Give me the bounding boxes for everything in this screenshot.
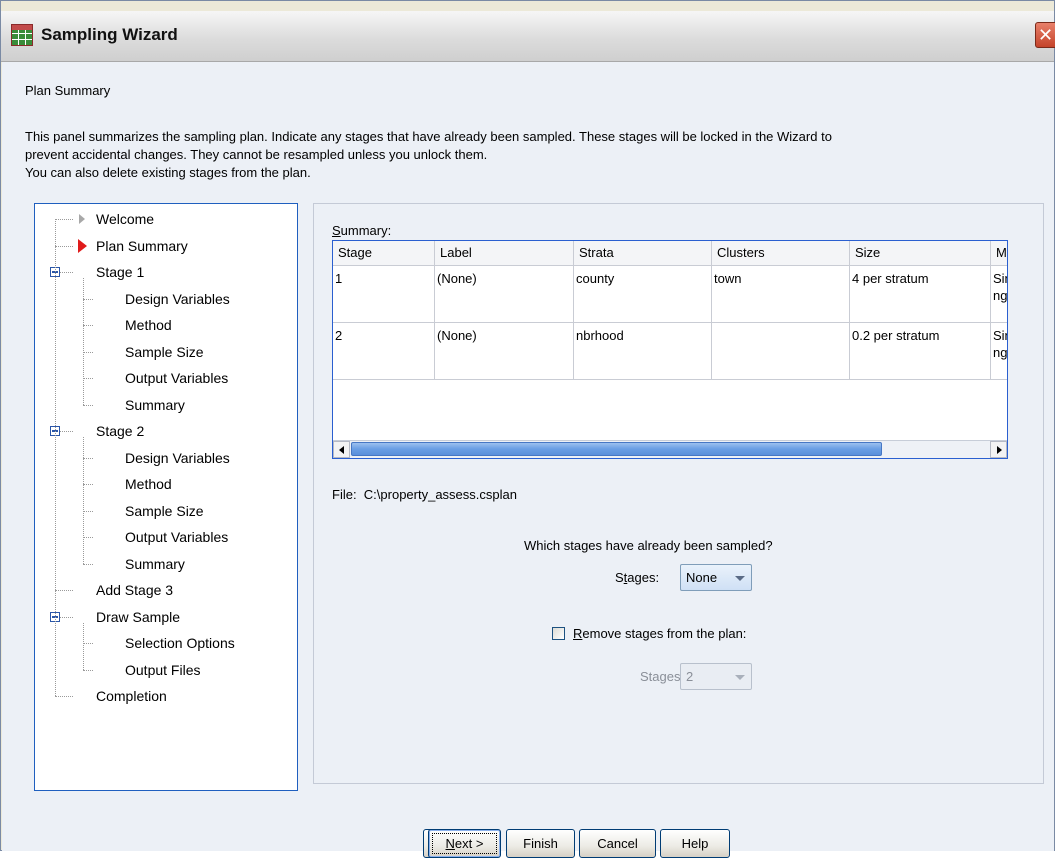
table-cell: (None): [435, 266, 574, 322]
tree-item[interactable]: Add Stage 3: [96, 580, 173, 600]
close-button[interactable]: ✕: [1035, 22, 1055, 48]
tree-connector: [83, 437, 84, 564]
remove-stages-row[interactable]: Remove stages from the plan:: [552, 626, 746, 641]
tree-item[interactable]: Sample Size: [125, 501, 204, 521]
table-row[interactable]: 1 (None) county town 4 per stratum Sim n…: [333, 266, 1007, 323]
summary-label: Summary:: [332, 223, 392, 238]
remove-stages-checkbox[interactable]: [552, 627, 565, 640]
column-header-strata[interactable]: Strata: [574, 241, 712, 265]
tree-item[interactable]: Output Variables: [125, 527, 228, 547]
sampled-question: Which stages have already been sampled?: [524, 538, 773, 553]
window-title: Sampling Wizard: [41, 25, 178, 44]
remove-stages-label: Remove stages from the plan:: [573, 626, 747, 641]
tree-connector: [83, 404, 93, 406]
scroll-right-icon[interactable]: [990, 441, 1007, 458]
tree-connector: [83, 298, 93, 300]
tree-connector: [83, 278, 84, 405]
tree-item[interactable]: Plan Summary: [96, 236, 188, 256]
tree-connector: [55, 219, 73, 220]
tree-connector: [83, 537, 93, 538]
scrollbar-thumb[interactable]: [351, 442, 882, 456]
column-header-label[interactable]: Label: [435, 241, 574, 265]
tree-item[interactable]: Method: [125, 315, 172, 335]
tree-connector: [55, 696, 73, 697]
dropdown-value: None: [686, 570, 718, 585]
panel-description: This panel summarizes the sampling plan.…: [25, 128, 1045, 182]
tree-item[interactable]: Design Variables: [125, 448, 230, 468]
tree-item[interactable]: Draw Sample: [96, 607, 180, 627]
table-cell: county: [574, 266, 712, 322]
tree-connector: [55, 590, 73, 591]
summary-table[interactable]: Stage Label Strata Clusters Size Me 1 (N…: [332, 240, 1008, 459]
tree-connector: [83, 643, 93, 644]
current-step-icon: [78, 238, 87, 253]
column-header-stage[interactable]: Stage: [333, 241, 435, 265]
table-cell: 2: [333, 323, 435, 379]
dropdown-value: 2: [686, 669, 694, 684]
description-line: This panel summarizes the sampling plan.…: [25, 129, 832, 144]
remove-stages-label-stages: Stages:: [640, 669, 685, 684]
column-header-clusters[interactable]: Clusters: [712, 241, 850, 265]
column-header-method[interactable]: Me: [991, 241, 1007, 265]
table-cell: Sim ng(: [991, 266, 1007, 322]
tree-item[interactable]: Welcome: [96, 209, 154, 229]
remove-stages-dropdown: 2: [680, 663, 752, 690]
tree-item[interactable]: Selection Options: [125, 633, 235, 653]
tree-connector: [83, 563, 93, 565]
help-button[interactable]: Help: [660, 829, 730, 858]
table-cell: nbrhood: [574, 323, 712, 379]
tree-connector: [55, 219, 56, 696]
tree-connector: [83, 622, 84, 670]
title-bar[interactable]: Sampling Wizard ✕: [1, 11, 1055, 62]
tree-connector: [83, 510, 93, 512]
tree-item[interactable]: Sample Size: [125, 342, 204, 362]
sampled-stages-dropdown[interactable]: None: [680, 564, 752, 591]
tree-connector: [83, 351, 93, 353]
table-cell: 0.2 per stratum: [850, 323, 991, 379]
tree-connector: [83, 325, 93, 326]
tree-item[interactable]: Summary: [125, 554, 185, 574]
table-header: Stage Label Strata Clusters Size Me: [333, 241, 1007, 266]
wizard-navigation-tree[interactable]: Welcome Plan Summary Stage 1 Design Variabl…: [34, 203, 298, 791]
tree-item[interactable]: Design Variables: [125, 289, 230, 309]
tree-connector: [83, 669, 93, 671]
chevron-down-icon: [735, 675, 745, 680]
spreadsheet-icon: [11, 24, 33, 46]
scroll-left-icon[interactable]: [333, 441, 350, 458]
sampling-wizard-window: Sampling Wizard ✕ Plan Summary This pane…: [0, 0, 1055, 858]
table-cell: 4 per stratum: [850, 266, 991, 322]
tree-connector: [83, 378, 93, 379]
tree-connector: [83, 484, 93, 485]
horizontal-scrollbar[interactable]: [333, 440, 1007, 458]
tree-item[interactable]: Completion: [96, 686, 167, 706]
table-row[interactable]: 2 (None) nbrhood 0.2 per stratum Sim ng(: [333, 323, 1007, 380]
table-cell: 1: [333, 266, 435, 322]
table-cell: [712, 323, 850, 379]
file-path-value: C:\property_assess.csplan: [363, 487, 517, 502]
file-path: File: C:\property_assess.csplan: [332, 487, 517, 502]
wizard-content: Plan Summary This panel summarizes the s…: [2, 62, 1054, 858]
tree-connector: [83, 457, 93, 459]
table-cell: Sim ng(: [991, 323, 1007, 379]
tree-item[interactable]: Summary: [125, 395, 185, 415]
chevron-down-icon: [735, 576, 745, 581]
stages-label: Stages:: [615, 570, 660, 585]
description-line: prevent accidental changes. They cannot …: [25, 147, 488, 162]
tree-item[interactable]: Method: [125, 474, 172, 494]
panel-title: Plan Summary: [25, 83, 111, 98]
table-cell: town: [712, 266, 850, 322]
tree-item[interactable]: Stage 1: [96, 262, 144, 282]
next-button[interactable]: Next >: [428, 829, 501, 858]
tree-item[interactable]: Stage 2: [96, 421, 144, 441]
tree-item[interactable]: Output Variables: [125, 368, 228, 388]
table-cell: (None): [435, 323, 574, 379]
tree-connector: [55, 245, 73, 247]
step-arrow-icon: [79, 214, 85, 224]
column-header-size[interactable]: Size: [850, 241, 991, 265]
tree-item[interactable]: Output Files: [125, 660, 200, 680]
finish-button[interactable]: Finish: [506, 829, 575, 858]
description-line: You can also delete existing stages from…: [25, 165, 311, 180]
cancel-button[interactable]: Cancel: [579, 829, 656, 858]
